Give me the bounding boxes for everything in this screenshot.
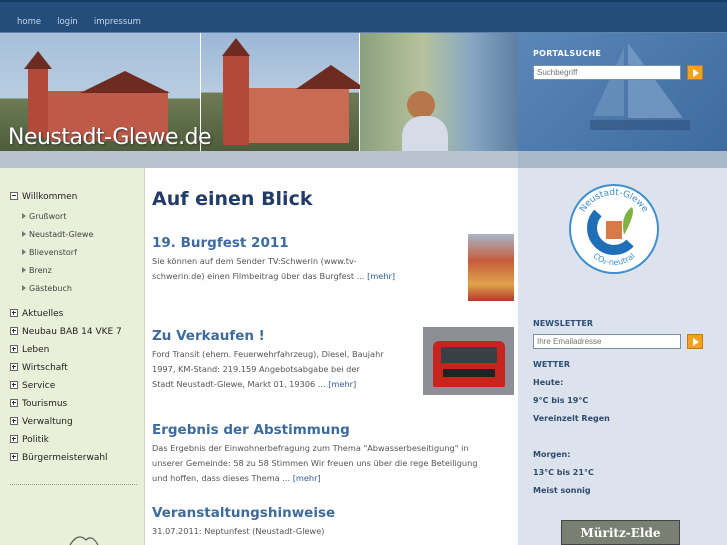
sidebar-item-buergermeisterwahl[interactable]: Bürgermeisterwahl xyxy=(10,452,108,463)
expand-icon xyxy=(10,435,18,443)
article-title-abstimmung[interactable]: Ergebnis der Abstimmung xyxy=(152,422,350,438)
newsletter-title: NEWSLETTER xyxy=(533,319,594,328)
article-text-burgfest: Sie können auf dem Sender TV:Schwerin (w… xyxy=(152,256,396,281)
burgfest-photo[interactable] xyxy=(468,234,514,301)
expand-icon xyxy=(10,363,18,371)
article-text-abstimmung: Das Ergebnis der Einwohnerbefragung zum … xyxy=(152,443,478,483)
sidebar-sub-neustadt-glewe[interactable]: Neustadt-Glewe xyxy=(22,230,93,239)
sidebar-item-willkommen[interactable]: Willkommen xyxy=(10,191,77,202)
weather-tomorrow-label: Morgen: xyxy=(533,450,571,459)
sidebar-sub-blievenstorf[interactable]: Blievenstorf xyxy=(22,248,77,257)
sailboat-icon xyxy=(590,43,690,130)
weather-tomorrow-desc: Meist sonnig xyxy=(533,486,591,495)
sidebar-item-aktuelles[interactable]: Aktuelles xyxy=(10,308,63,319)
boy-head xyxy=(407,91,435,119)
top-bar: home login impressum xyxy=(0,0,727,33)
sidebar-logo-icon xyxy=(69,536,99,545)
header-banner: Neustadt-Glewe.de xyxy=(0,33,518,151)
newsletter-email-input[interactable] xyxy=(533,334,681,349)
more-link[interactable]: [mehr] xyxy=(367,271,395,281)
arrow-right-icon xyxy=(22,267,26,273)
sidebar-item-leben[interactable]: Leben xyxy=(10,344,49,355)
article-title-burgfest[interactable]: 19. Burgfest 2011 xyxy=(152,235,289,251)
collapse-icon xyxy=(10,192,18,200)
co2-neutral-logo[interactable]: Neustadt-Glewe CO₂-neutral xyxy=(568,183,660,275)
sidebar-item-service[interactable]: Service xyxy=(10,380,55,391)
article-title-veranstaltungen[interactable]: Veranstaltungshinweise xyxy=(152,505,335,521)
article-title-verkaufen[interactable]: Zu Verkaufen ! xyxy=(152,328,265,344)
weather-tomorrow-temp: 13°C bis 21°C xyxy=(533,468,594,477)
header-divider-bar xyxy=(0,151,518,168)
left-sidebar xyxy=(0,168,145,545)
expand-icon xyxy=(10,381,18,389)
expand-icon xyxy=(10,399,18,407)
sidebar-item-neubau[interactable]: Neubau BAB 14 VKE 7 xyxy=(10,326,122,337)
expand-icon xyxy=(10,453,18,461)
sidebar-item-wirtschaft[interactable]: Wirtschaft xyxy=(10,362,68,373)
castle-tower-photo xyxy=(201,33,366,151)
weather-today-desc: Vereinzelt Regen xyxy=(533,414,610,423)
more-link[interactable]: [mehr] xyxy=(293,473,321,483)
arrow-right-icon xyxy=(22,285,26,291)
arrow-right-icon xyxy=(22,231,26,237)
weather-title: WETTER xyxy=(533,360,571,369)
ford-transit-photo[interactable] xyxy=(423,327,514,395)
article-text-veranstaltungen: 31.07.2011: Neptunfest (Neustadt-Glewe) xyxy=(152,526,325,536)
top-nav: home login impressum xyxy=(17,17,141,27)
expand-icon xyxy=(10,345,18,353)
weather-today-label: Heute: xyxy=(533,378,564,387)
sidebar-divider xyxy=(10,484,137,485)
newsletter-submit-button[interactable] xyxy=(687,334,703,349)
sidebar-sub-brenz[interactable]: Brenz xyxy=(22,266,52,275)
header-divider-bar-right xyxy=(518,151,727,168)
search-input[interactable] xyxy=(533,65,681,80)
sidebar-sub-grusswort[interactable]: Grußwort xyxy=(22,212,66,221)
expand-icon xyxy=(10,309,18,317)
boy-body xyxy=(402,116,448,151)
sidebar-item-tourismus[interactable]: Tourismus xyxy=(10,398,67,409)
sidebar-item-verwaltung[interactable]: Verwaltung xyxy=(10,416,73,427)
page-title: Auf einen Blick xyxy=(152,188,313,210)
more-link[interactable]: [mehr] xyxy=(328,379,356,389)
nav-login-link[interactable]: login xyxy=(57,17,78,27)
sidebar-item-politik[interactable]: Politik xyxy=(10,434,49,445)
article-text-verkaufen: Ford Transit (ehem. Feuerwehrfahrzeug), … xyxy=(152,349,384,389)
sidebar-sub-gaestebuch[interactable]: Gästebuch xyxy=(22,284,72,293)
search-go-button[interactable] xyxy=(687,65,703,80)
arrow-right-icon xyxy=(22,213,26,219)
nav-home-link[interactable]: home xyxy=(17,17,41,27)
mueritz-elde-banner[interactable]: Müritz-Elde xyxy=(561,520,680,545)
portal-search-title: PORTALSUCHE xyxy=(533,49,602,58)
expand-icon xyxy=(10,327,18,335)
nav-impressum-link[interactable]: impressum xyxy=(94,17,141,27)
expand-icon xyxy=(10,417,18,425)
site-name: Neustadt-Glewe.de xyxy=(8,125,212,150)
weather-today-temp: 9°C bis 19°C xyxy=(533,396,589,405)
arrow-right-icon xyxy=(22,249,26,255)
